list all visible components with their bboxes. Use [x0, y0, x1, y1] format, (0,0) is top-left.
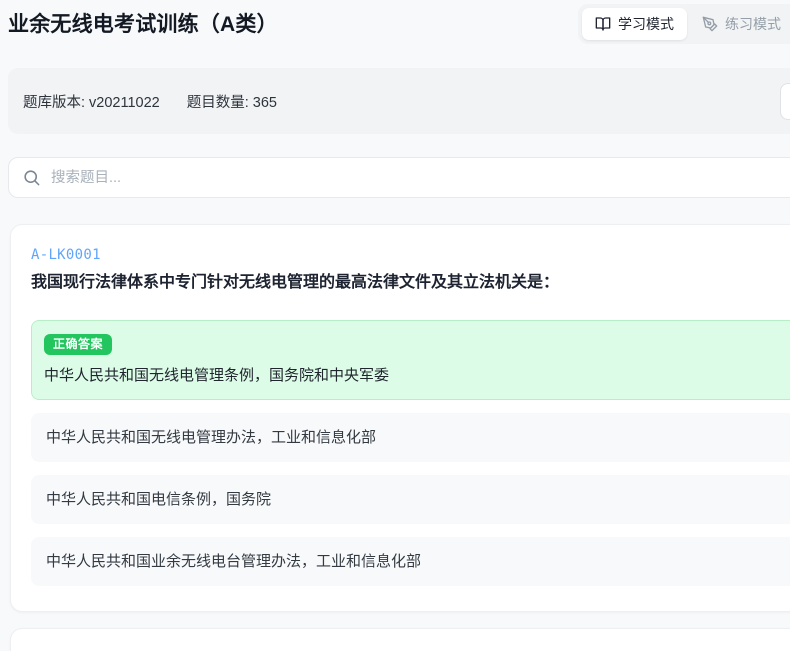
study-mode-label: 学习模式: [618, 14, 674, 34]
pen-tool-icon: [702, 16, 718, 32]
correct-answer-badge: 正确答案: [44, 334, 112, 355]
answer-option-text: 中华人民共和国无线电管理办法，工业和信息化部: [46, 427, 790, 448]
answer-option-text: 中华人民共和国无线电管理条例，国务院和中央军委: [44, 365, 790, 386]
page-title: 业余无线电考试训练（A类）: [8, 8, 278, 38]
answer-option-text: 中华人民共和国电信条例，国务院: [46, 489, 790, 510]
next-question-card: [10, 628, 790, 651]
info-bar-side-button[interactable]: [780, 83, 790, 120]
answer-option[interactable]: 中华人民共和国业余无线电台管理办法，工业和信息化部: [31, 537, 790, 586]
answer-option-text: 中华人民共和国业余无线电台管理办法，工业和信息化部: [46, 551, 790, 572]
bank-version-label: 题库版本: v20211022: [23, 91, 160, 112]
question-bank-info-bar: 题库版本: v20211022 题目数量: 365: [8, 68, 790, 134]
practice-mode-button[interactable]: 练习模式: [689, 8, 790, 40]
question-count-label: 题目数量: 365: [187, 91, 277, 112]
book-icon: [595, 16, 611, 32]
search-box: [8, 157, 790, 198]
question-id: A-LK0001: [31, 247, 790, 263]
mode-toggle: 学习模式 练习模式: [578, 4, 790, 44]
question-card: A-LK0001 我国现行法律体系中专门针对无线电管理的最高法律文件及其立法机关…: [10, 224, 790, 612]
study-mode-button[interactable]: 学习模式: [582, 8, 687, 40]
answer-option[interactable]: 正确答案 中华人民共和国无线电管理条例，国务院和中央军委: [31, 320, 790, 400]
search-icon: [22, 168, 41, 192]
practice-mode-label: 练习模式: [725, 14, 781, 34]
options-list: 正确答案 中华人民共和国无线电管理条例，国务院和中央军委 中华人民共和国无线电管…: [31, 320, 790, 586]
search-input[interactable]: [9, 158, 790, 197]
question-text: 我国现行法律体系中专门针对无线电管理的最高法律文件及其立法机关是：: [31, 272, 790, 294]
answer-option[interactable]: 中华人民共和国电信条例，国务院: [31, 475, 790, 524]
answer-option[interactable]: 中华人民共和国无线电管理办法，工业和信息化部: [31, 413, 790, 462]
